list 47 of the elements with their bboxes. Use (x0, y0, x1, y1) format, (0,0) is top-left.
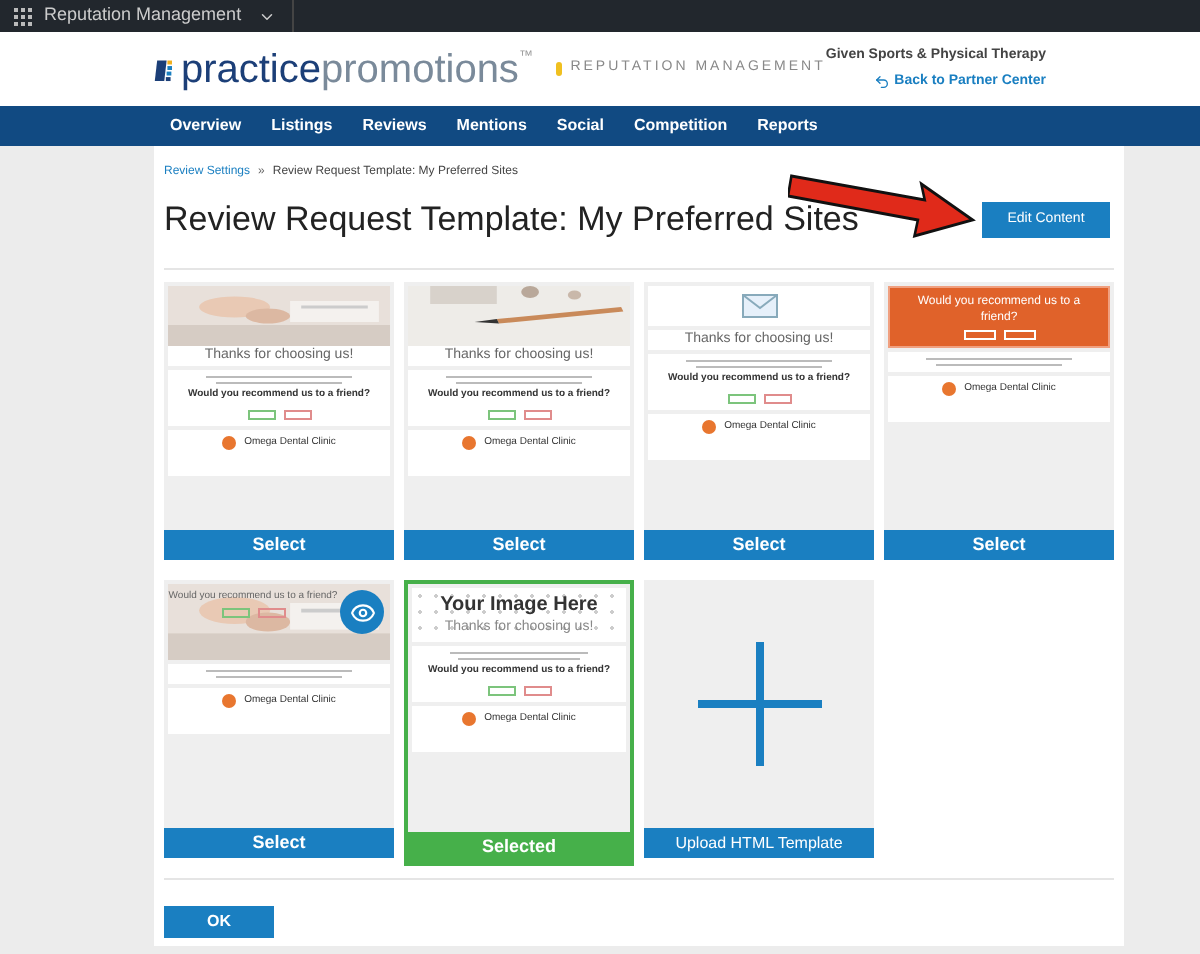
select-button[interactable]: Select (164, 530, 394, 560)
no-box (1003, 330, 1035, 340)
no-box (523, 410, 551, 420)
clinic-logo-icon (222, 694, 237, 708)
image-placeholder-label: Your Image Here (440, 592, 598, 618)
yes-box (963, 330, 995, 340)
text-line (449, 652, 589, 654)
clinic-logo-icon (462, 712, 477, 726)
nav-link[interactable]: Listings (271, 114, 333, 138)
eye-icon (349, 599, 375, 625)
text-line (695, 366, 823, 368)
nav-link[interactable]: Reports (757, 114, 818, 138)
clinic-logo-icon (702, 420, 717, 434)
apps-grid-icon[interactable] (14, 7, 32, 25)
clinic-logo-icon (462, 436, 477, 450)
ok-button[interactable]: OK (164, 906, 274, 938)
yes-box (221, 608, 249, 618)
text-line (455, 382, 583, 384)
no-box (283, 410, 311, 420)
no-box (763, 394, 791, 404)
back-arrow-icon (874, 74, 891, 91)
nav-link[interactable]: Reviews (362, 114, 427, 138)
clinic-logo-icon (222, 436, 237, 450)
select-button[interactable]: Select (164, 828, 394, 858)
text-line (215, 382, 343, 384)
nav-link[interactable]: Social (556, 114, 604, 138)
select-button[interactable]: Select (884, 530, 1114, 560)
nav-link[interactable]: Overview (170, 114, 242, 138)
envelope-icon (741, 294, 777, 318)
yes-box (247, 410, 275, 420)
page-title: Review Request Template: My Preferred Sites (164, 198, 859, 243)
select-button[interactable]: Select (404, 530, 634, 560)
text-line (215, 676, 343, 678)
no-box (523, 686, 551, 696)
yes-box (727, 394, 755, 404)
no-box (257, 608, 285, 618)
upload-button[interactable]: Upload HTML Template (644, 828, 874, 858)
app-name[interactable]: Reputation Management (44, 2, 242, 30)
select-button[interactable]: Select (644, 530, 874, 560)
yes-box (487, 686, 515, 696)
clinic-logo-icon (942, 382, 957, 396)
text-line (935, 364, 1063, 366)
plus-icon (697, 642, 821, 766)
yes-box (487, 410, 515, 420)
nav-link[interactable]: Competition (633, 114, 728, 138)
nav-link[interactable]: Mentions (456, 114, 527, 138)
text-line (457, 658, 581, 660)
